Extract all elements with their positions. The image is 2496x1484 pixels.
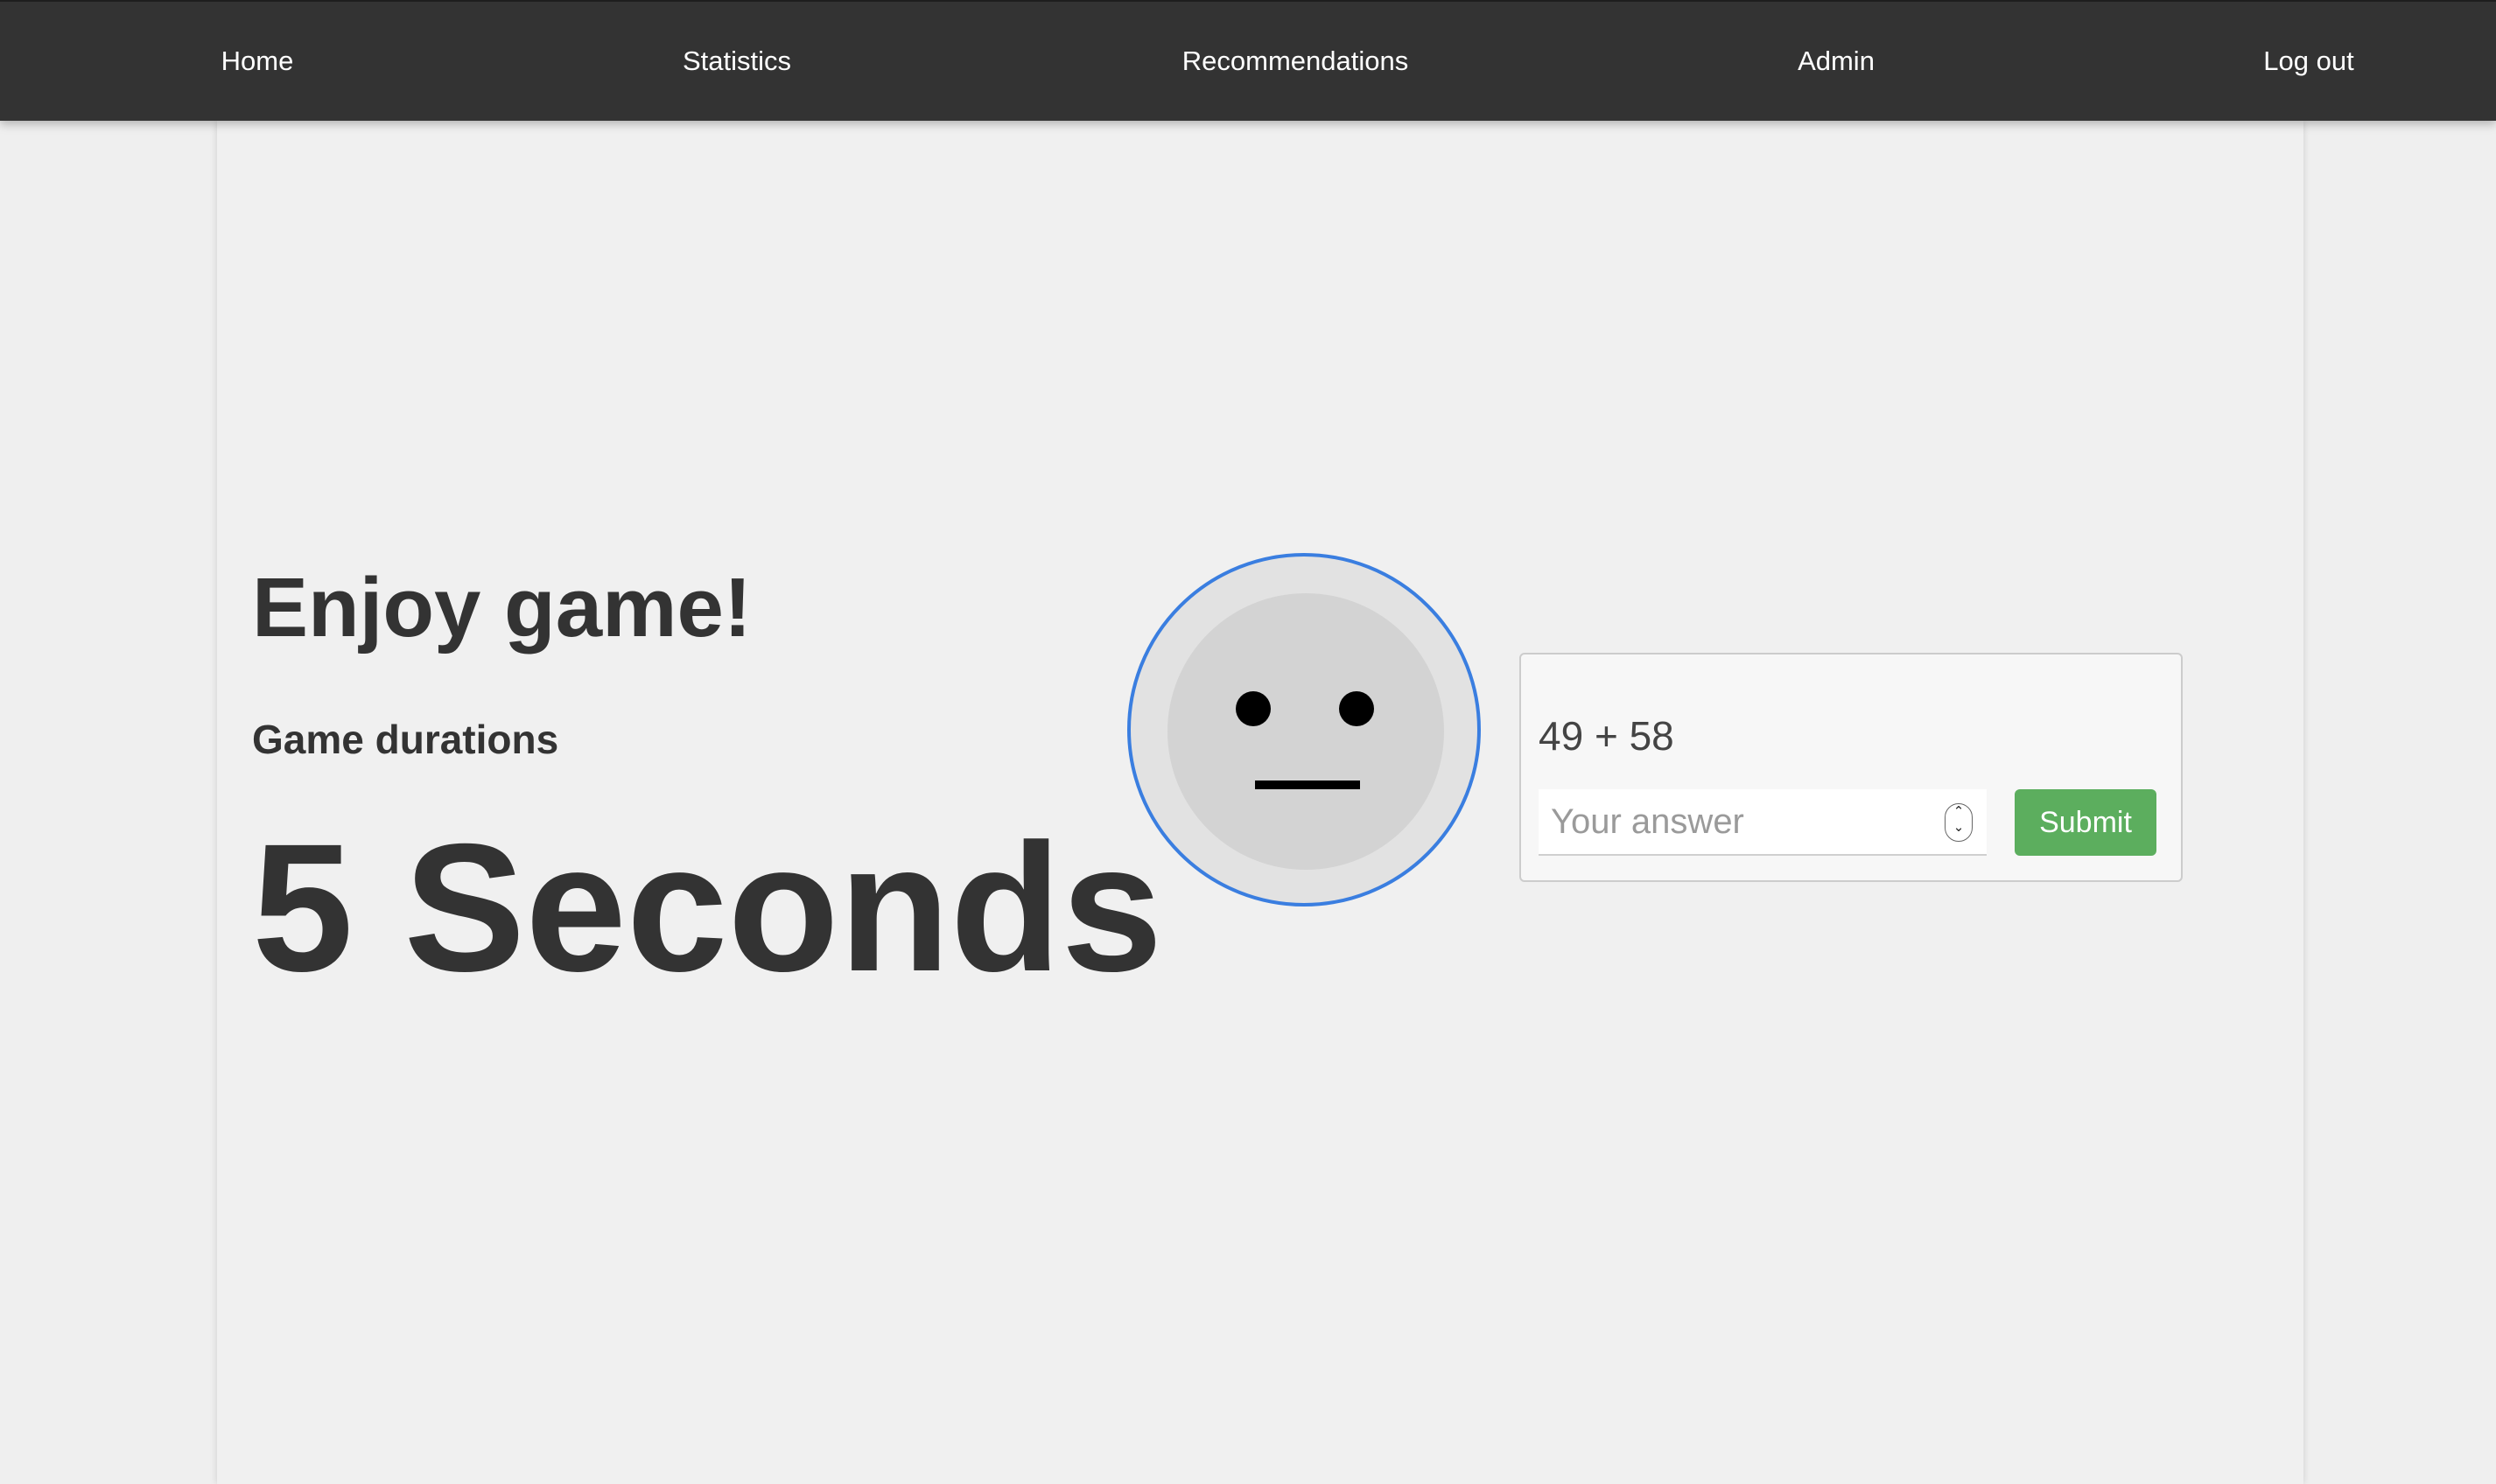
right-eye — [1339, 691, 1374, 726]
nav-admin-link[interactable]: Admin — [1798, 2, 1875, 121]
face-inner-circle — [1167, 593, 1444, 870]
neutral-face-icon — [1127, 553, 1481, 906]
top-navbar: Home Statistics Recommendations Admin Lo… — [0, 0, 2496, 121]
submit-button[interactable]: Submit — [2015, 789, 2156, 856]
nav-home-link[interactable]: Home — [221, 2, 294, 121]
game-duration-value: 5 Seconds — [252, 807, 1163, 1010]
nav-statistics-link[interactable]: Statistics — [683, 2, 791, 121]
mouth — [1255, 780, 1360, 789]
left-eye — [1236, 691, 1271, 726]
question-text: 49 + 58 — [1539, 713, 1674, 759]
game-durations-label: Game durations — [252, 717, 559, 762]
quiz-card: 49 + 58 ⌃⌄ Submit — [1519, 653, 2183, 882]
nav-logout-link[interactable]: Log out — [2263, 2, 2353, 121]
nav-recommendations-link[interactable]: Recommendations — [1182, 2, 1408, 121]
number-stepper-icon[interactable]: ⌃ ⌄ — [1945, 803, 1973, 842]
answer-input[interactable] — [1539, 789, 1987, 856]
page-title: Enjoy game! — [252, 561, 752, 654]
